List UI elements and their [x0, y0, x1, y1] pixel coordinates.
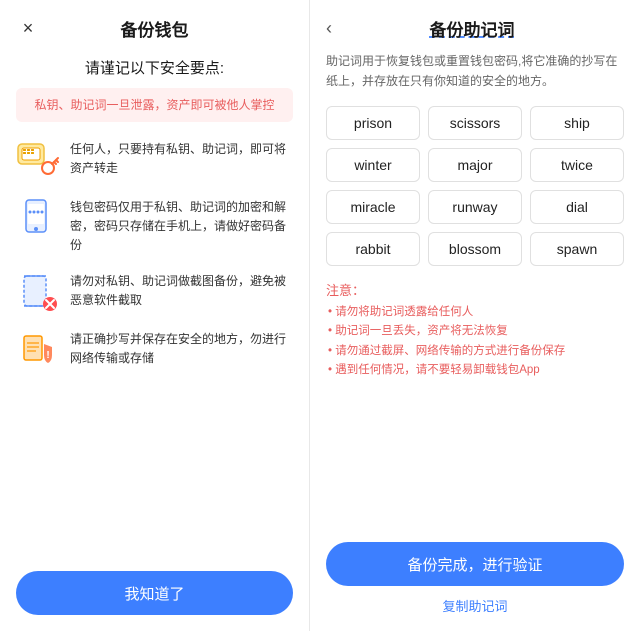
left-header: × 备份钱包 [16, 16, 293, 41]
mnemonic-word-2: scissors [428, 106, 522, 140]
right-header: ‹ 备份助记词 [326, 16, 624, 41]
copy-mnemonic-link[interactable]: 复制助记词 [326, 596, 624, 615]
mnemonic-word-12: spawn [530, 232, 624, 266]
notice-item-2: • 助记词一旦丢失，资产将无法恢复 [326, 322, 624, 342]
mnemonic-word-5: major [428, 148, 522, 182]
confirm-button[interactable]: 我知道了 [16, 571, 293, 615]
back-button[interactable]: ‹ [326, 18, 332, 39]
notice-section: 注意： • 请勿将助记词透露给任何人 • 助记词一旦丢失，资产将无法恢复 • 请… [326, 280, 624, 381]
mnemonic-word-6: twice [530, 148, 624, 182]
safety-item-screenshot: 请勿对私钥、助记词做截图备份，避免被恶意软件截取 [16, 270, 293, 314]
left-bottom: 我知道了 [16, 561, 293, 615]
mnemonic-grid: prison scissors ship winter major twice … [326, 106, 624, 266]
mnemonic-word-11: blossom [428, 232, 522, 266]
mnemonic-word-9: dial [530, 190, 624, 224]
notice-item-3: • 请勿通过截屏、网络传输的方式进行备份保存 [326, 342, 624, 362]
safety-heading: 请谨记以下安全要点: [16, 57, 293, 78]
right-panel: ‹ 备份助记词 助记词用于恢复钱包或重置钱包密码,将它准确的抄写在纸上，并存放在… [310, 0, 640, 631]
right-title: 备份助记词 [340, 16, 604, 41]
notice-item-1: • 请勿将助记词透露给任何人 [326, 303, 624, 323]
left-title: 备份钱包 [121, 16, 189, 41]
mnemonic-word-3: ship [530, 106, 624, 140]
safety-item-phone: 钱包密码仅用于私钥、助记词的加密和解密，密码只存储在手机上，请做好密码备份 [16, 196, 293, 256]
safety-text-screenshot: 请勿对私钥、助记词做截图备份，避免被恶意软件截取 [70, 270, 293, 310]
backup-verify-button[interactable]: 备份完成，进行验证 [326, 542, 624, 586]
warning-text: 私钥、助记词一旦泄露，资产即可被他人掌控 [34, 98, 274, 112]
notice-item-4: • 遇到任何情况，请不要轻易卸载钱包App [326, 361, 624, 381]
right-bottom: 备份完成，进行验证 复制助记词 [326, 542, 624, 615]
left-panel: × 备份钱包 请谨记以下安全要点: 私钥、助记词一旦泄露，资产即可被他人掌控 [0, 0, 310, 631]
safety-text-key: 任何人，只要持有私钥、助记词，即可将资产转走 [70, 138, 293, 178]
mnemonic-word-4: winter [326, 148, 420, 182]
right-description: 助记词用于恢复钱包或重置钱包密码,将它准确的抄写在纸上，并存放在只有你知道的安全… [326, 51, 624, 92]
mnemonic-word-8: runway [428, 190, 522, 224]
safety-text-phone: 钱包密码仅用于私钥、助记词的加密和解密，密码只存储在手机上，请做好密码备份 [70, 196, 293, 256]
close-button[interactable]: × [16, 17, 40, 41]
safety-items-list: 任何人，只要持有私钥、助记词，即可将资产转走 钱包密码仅用于私钥、助记词的加密和… [16, 138, 293, 549]
safety-item-key: 任何人，只要持有私钥、助记词，即可将资产转走 [16, 138, 293, 182]
notice-title: 注意： [326, 280, 624, 299]
mnemonic-word-10: rabbit [326, 232, 420, 266]
store-icon: ! [16, 328, 60, 372]
safety-text-store: 请正确抄写并保存在安全的地方，勿进行网络传输或存储 [70, 328, 293, 368]
key-icon [16, 138, 60, 182]
warning-banner: 私钥、助记词一旦泄露，资产即可被他人掌控 [16, 88, 293, 122]
mnemonic-word-7: miracle [326, 190, 420, 224]
phone-icon [16, 196, 60, 240]
screenshot-icon [16, 270, 60, 314]
safety-item-store: ! 请正确抄写并保存在安全的地方，勿进行网络传输或存储 [16, 328, 293, 372]
svg-text:!: ! [46, 350, 49, 361]
mnemonic-word-1: prison [326, 106, 420, 140]
